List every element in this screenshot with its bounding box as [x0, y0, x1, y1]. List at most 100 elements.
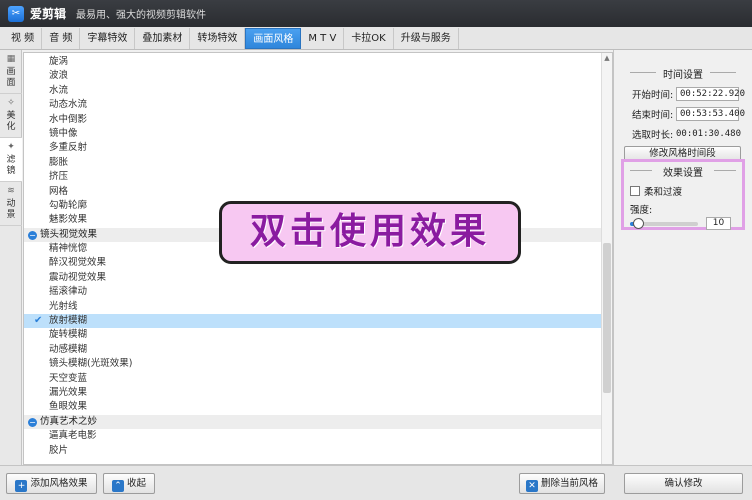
list-item-label: 镜头视觉效果 [40, 228, 98, 240]
list-item[interactable]: 光射线 [24, 300, 602, 314]
list-item[interactable]: 水中倒影 [24, 113, 602, 127]
side-tab-label: 动景 [6, 199, 16, 220]
effect-settings-title: 效果设置 [624, 164, 742, 179]
soft-transition-label: 柔和过渡 [644, 187, 683, 198]
tab-3[interactable]: 叠加素材 [135, 28, 191, 49]
wand-icon: ✧ [7, 98, 15, 108]
scroll-up-icon[interactable]: ▲ [602, 53, 612, 64]
start-time-row: 开始时间: 00:52:22.920 [632, 86, 752, 101]
list-item-label: 光射线 [49, 300, 78, 312]
list-item[interactable]: 镜头模糊(光斑效果) [24, 357, 602, 371]
list-item-label: 鱼眼效果 [49, 401, 88, 413]
duration-row: 选取时长: 00:01:30.480 [632, 126, 752, 141]
list-item-label: 膨胀 [49, 156, 69, 168]
list-group-header[interactable]: − 仿真艺术之妙 [24, 414, 602, 430]
tab-7[interactable]: 卡拉OK [344, 28, 394, 49]
list-item-label: 波浪 [49, 70, 69, 82]
filter-icon: ✦ [7, 142, 15, 152]
delete-effect-button[interactable]: ✕ 删除当前风格 [519, 473, 605, 494]
collapse-minus-icon[interactable]: − [28, 417, 37, 427]
list-item-label: 镜头模糊(光斑效果) [49, 358, 133, 370]
side-tab-label: 画面 [6, 67, 16, 88]
list-item-label: 胶片 [49, 444, 69, 456]
list-item[interactable]: 多重反射 [24, 141, 602, 155]
list-item[interactable]: 漏光效果 [24, 386, 602, 400]
list-item-label: 勾勒轮廓 [49, 199, 88, 211]
list-item-label: 水流 [49, 84, 69, 96]
add-effect-label: 添加风格效果 [30, 478, 88, 489]
end-time-row: 结束时间: 00:53:53.400 [632, 106, 752, 121]
list-item[interactable]: 镜中像 [24, 127, 602, 141]
list-item-label: 动感模糊 [49, 343, 88, 355]
side-tab-2[interactable]: ✦ 滤镜 [0, 138, 22, 182]
list-item[interactable]: 旋涡 [24, 55, 602, 69]
tab-4[interactable]: 转场特效 [190, 28, 246, 49]
list-item[interactable]: 膨胀 [24, 156, 602, 170]
end-time-field[interactable]: 00:53:53.400 [676, 106, 745, 121]
list-item[interactable]: 挤压 [24, 170, 602, 184]
strength-value-field[interactable]: 10 [706, 217, 731, 230]
list-item[interactable]: 网格 [24, 185, 602, 199]
side-tab-3[interactable]: ≋ 动景 [0, 182, 22, 226]
collapse-icon: ⌃ [111, 480, 124, 492]
collapse-button[interactable]: ⌃ 收起 [103, 473, 155, 494]
list-item-label: 镜中像 [49, 127, 78, 139]
list-item[interactable]: 逼真老电影 [24, 429, 602, 443]
list-item-label: 挤压 [49, 171, 69, 183]
check-icon: ✔ [34, 315, 43, 327]
end-time-label: 结束时间: [632, 109, 674, 121]
confirm-button[interactable]: 确认修改 [624, 473, 743, 494]
list-item[interactable]: 摇滚律动 [24, 285, 602, 299]
start-time-field[interactable]: 00:52:22.920 [676, 86, 745, 101]
strength-slider-knob[interactable] [633, 217, 645, 229]
side-tab-0[interactable]: ▦ 画面 [0, 50, 22, 94]
tab-1[interactable]: 音 频 [42, 28, 81, 49]
app-logo-icon: ✂ [8, 5, 24, 22]
trash-icon: ✕ [526, 480, 538, 492]
list-item[interactable]: 震动视觉效果 [24, 271, 602, 285]
start-time-label: 开始时间: [632, 89, 674, 101]
picture-icon: ▦ [6, 54, 16, 64]
list-item-label: 旋转模糊 [49, 329, 88, 341]
list-item-label: 旋涡 [49, 56, 69, 67]
soft-transition-row[interactable]: 柔和过渡 [630, 184, 742, 198]
main-tab-bar: 视 频音 频字幕特效 叠加素材 转场特效 画面风格 M T V 卡拉OK 升级与服务 [0, 27, 752, 50]
list-item[interactable]: 胶片 [24, 444, 602, 458]
list-item-label: 精神恍惚 [49, 243, 88, 255]
scroll-thumb[interactable] [603, 243, 611, 393]
tab-6[interactable]: M T V [301, 28, 345, 49]
list-item[interactable]: 动态水流 [24, 98, 602, 112]
list-item-label: 水中倒影 [49, 113, 88, 125]
list-item-label: 仿真艺术之妙 [40, 415, 98, 427]
tab-0[interactable]: 视 频 [4, 28, 43, 49]
list-item-label: 放射模糊 [49, 315, 88, 327]
list-scrollbar[interactable]: ▲ [601, 53, 612, 464]
list-item[interactable]: 水流 [24, 84, 602, 98]
list-item[interactable]: 旋转模糊 [24, 328, 602, 342]
instruction-overlay: 双击使用效果 [219, 201, 521, 264]
list-item[interactable]: 动感模糊 [24, 343, 602, 357]
effect-settings-box: 效果设置 柔和过渡 强度: 10 [621, 159, 745, 230]
side-tab-label: 滤镜 [6, 155, 16, 176]
list-item[interactable]: 波浪 [24, 69, 602, 83]
waves-icon: ≋ [7, 186, 15, 196]
time-settings-title: 时间设置 [614, 66, 752, 81]
tab-2[interactable]: 字幕特效 [80, 28, 136, 49]
tab-5[interactable]: 画面风格 [245, 28, 302, 49]
strength-slider[interactable] [630, 217, 698, 229]
tab-8[interactable]: 升级与服务 [394, 28, 459, 49]
list-item-label: 动态水流 [49, 99, 88, 111]
delete-effect-label: 删除当前风格 [541, 478, 599, 489]
list-item[interactable]: 天空变蓝 [24, 372, 602, 386]
side-tab-label: 美化 [6, 111, 16, 132]
list-item[interactable]: 鱼眼效果 [24, 400, 602, 414]
collapse-minus-icon[interactable]: − [28, 230, 37, 240]
title-bar: ✂ 爱剪辑 最易用、强大的视频剪辑软件 [0, 0, 752, 27]
list-item-label: 醉汉视觉效果 [49, 257, 107, 269]
soft-transition-checkbox[interactable] [630, 186, 640, 196]
list-item-label: 摇滚律动 [49, 286, 88, 298]
list-item-selected[interactable]: ✔ 放射模糊 [24, 314, 602, 329]
side-tab-1[interactable]: ✧ 美化 [0, 94, 22, 138]
add-effect-icon: + [15, 480, 28, 492]
add-effect-button[interactable]: + 添加风格效果 [6, 473, 97, 494]
